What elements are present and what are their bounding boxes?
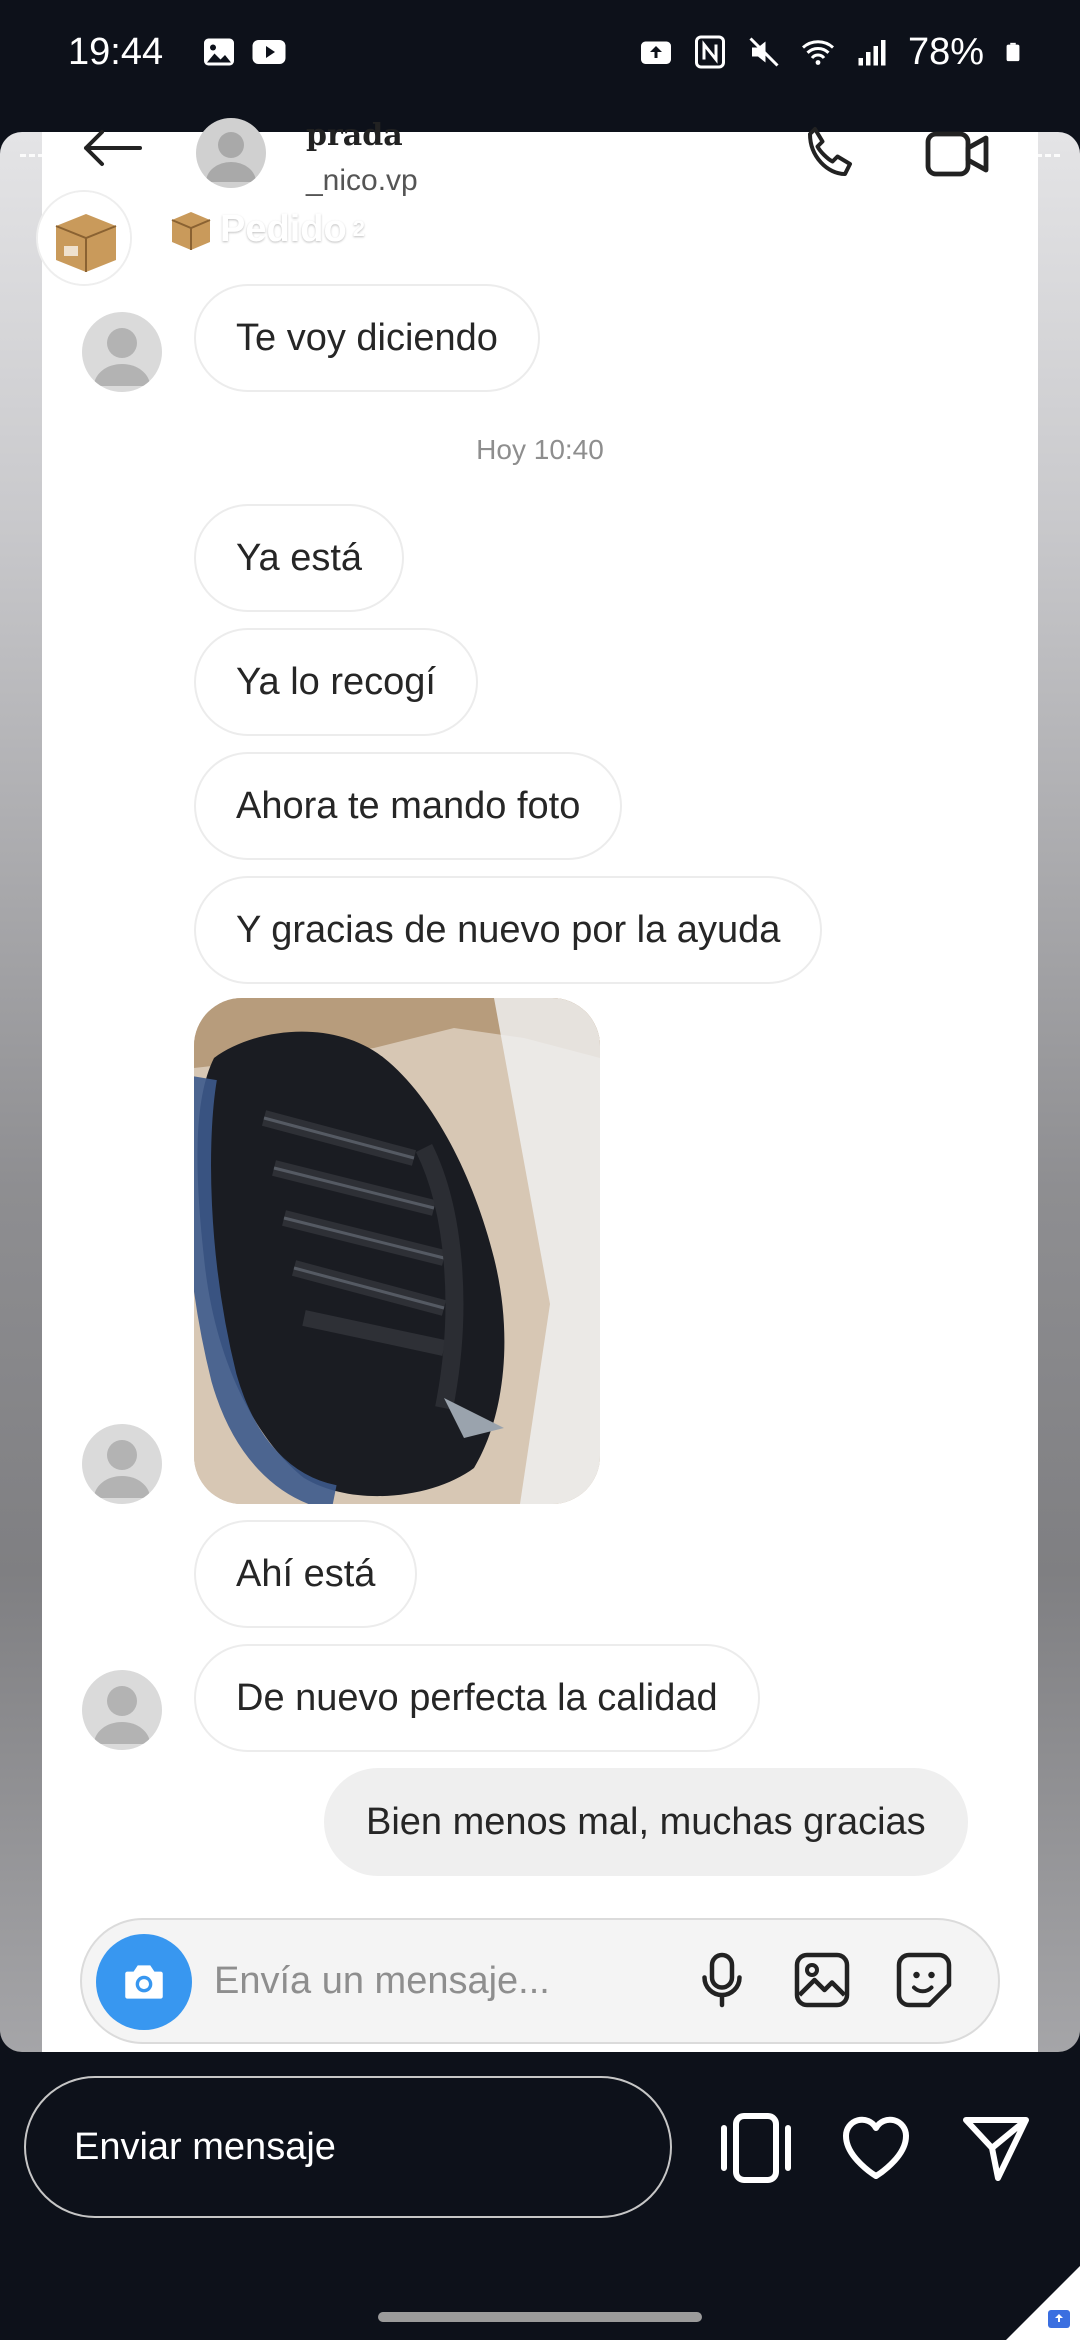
message-bubble: Ya está	[194, 504, 405, 612]
gallery-icon[interactable]	[792, 1950, 852, 2010]
sent-message-bubble: Bien menos mal, muchas gracias	[324, 1768, 968, 1876]
camera-icon	[125, 1965, 163, 1999]
home-indicator[interactable]	[378, 2312, 702, 2322]
package-icon	[171, 212, 211, 250]
microphone-icon[interactable]	[692, 1950, 752, 2010]
send-icon[interactable]	[958, 2110, 1034, 2186]
message-bubble: Ahora te mando foto	[194, 752, 623, 860]
device-frame-icon[interactable]	[718, 2110, 794, 2186]
day-label: Hoy 10:40	[476, 434, 604, 465]
message-bubble: Te voy diciendo	[194, 284, 540, 392]
story-progress-bar	[20, 154, 1060, 157]
battery-icon	[1006, 42, 1020, 62]
sender-avatar	[82, 1424, 162, 1504]
status-left: 19:44	[68, 31, 287, 74]
dm-avatar[interactable]	[196, 118, 266, 188]
heart-icon[interactable]	[838, 2110, 914, 2186]
youtube-icon	[252, 40, 286, 64]
story-date: 23 de marzo de 2023	[394, 212, 754, 254]
sender-avatar	[82, 1670, 162, 1750]
status-bar: 19:44 78%	[0, 0, 1080, 104]
composer-input[interactable]: Envía un mensaje...	[214, 1960, 550, 2003]
message-bubble: Y gracias de nuevo por la ayuda	[194, 876, 823, 984]
dm-username: _nico.vp	[306, 164, 418, 197]
story-title-superscript: 2	[352, 216, 365, 241]
image-icon	[204, 38, 235, 66]
dm-name: prada	[306, 118, 403, 153]
sticker-icon[interactable]	[894, 1950, 954, 2010]
story-avatar[interactable]	[36, 190, 132, 286]
message-bubble: Ya lo recogí	[194, 628, 478, 736]
story-title-text: Pedido	[220, 207, 347, 250]
more-options-icon[interactable]	[1000, 210, 1020, 256]
phone-call-icon[interactable]	[800, 124, 860, 184]
message-bubble: Ahí está	[194, 1520, 418, 1628]
signal-icon	[858, 40, 886, 66]
back-arrow-icon[interactable]	[80, 128, 144, 168]
story-title: Pedido 2	[168, 206, 365, 252]
video-call-icon[interactable]	[924, 126, 990, 182]
mute-icon	[749, 37, 779, 67]
upload-icon	[640, 41, 671, 64]
story-reply-input[interactable]: Enviar mensaje	[24, 2076, 672, 2218]
battery-percent: 78%	[907, 30, 984, 73]
nfc-icon	[694, 35, 725, 69]
sender-avatar	[82, 312, 162, 392]
box-icon	[38, 192, 130, 284]
sneaker-photo[interactable]	[194, 998, 600, 1504]
message-bubble: De nuevo perfecta la calidad	[194, 1644, 760, 1752]
status-time: 19:44	[68, 30, 164, 73]
wifi-icon	[801, 40, 834, 65]
screenshot-badge-icon	[1006, 2266, 1080, 2340]
status-right: 78%	[638, 31, 1024, 74]
sneaker-image	[194, 998, 600, 1504]
camera-button[interactable]	[96, 1934, 192, 2030]
